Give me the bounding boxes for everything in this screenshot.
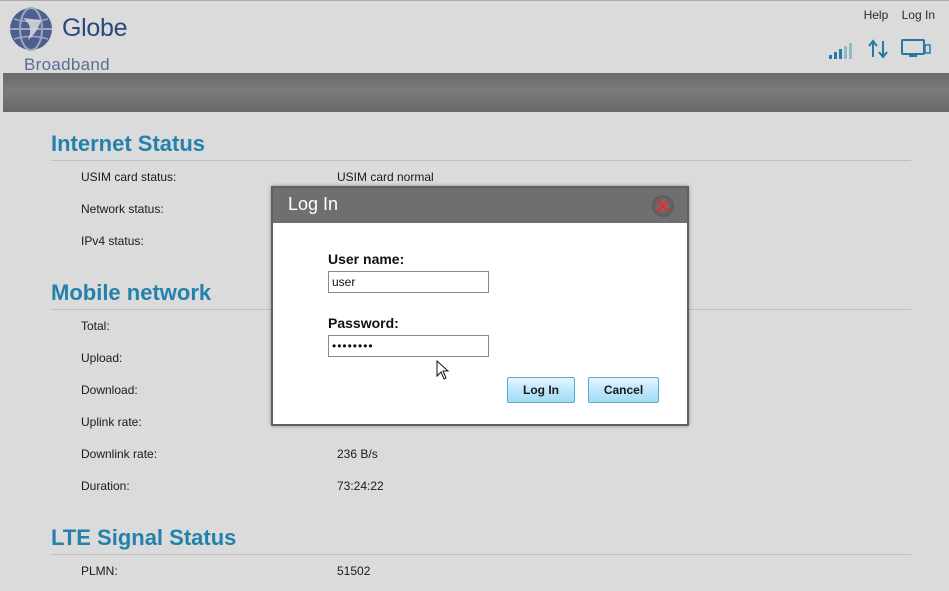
cancel-button[interactable]: Cancel: [588, 377, 659, 403]
close-icon: [656, 199, 670, 213]
mouse-cursor-icon: [436, 359, 450, 386]
login-dialog: Log In User name: Password: Log In Cance…: [271, 186, 689, 426]
close-button[interactable]: [652, 195, 674, 217]
username-field[interactable]: [328, 271, 489, 293]
dialog-title: Log In: [288, 194, 339, 214]
dialog-header: Log In: [273, 188, 687, 223]
password-label: Password:: [328, 315, 399, 331]
login-button[interactable]: Log In: [507, 377, 575, 403]
username-label: User name:: [328, 251, 405, 267]
password-field[interactable]: [328, 335, 489, 357]
